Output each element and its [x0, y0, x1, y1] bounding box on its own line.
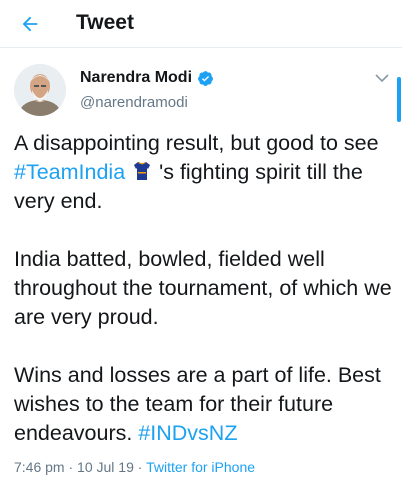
- tweet-paragraph-3: Wins and losses are a part of life. Best…: [14, 361, 394, 448]
- tweet-time: 7:46 pm: [14, 459, 65, 475]
- author-handle[interactable]: @narendramodi: [80, 94, 188, 111]
- scrollbar[interactable]: [397, 77, 401, 122]
- jersey-emoji-icon: [134, 162, 151, 180]
- hashtag-teamindia-link[interactable]: #TeamIndia: [14, 160, 125, 184]
- author-name-row[interactable]: Narendra Modi: [80, 69, 214, 87]
- back-arrow-icon: [22, 16, 38, 32]
- tweet-date: 10 Jul 19: [77, 459, 134, 475]
- separator-dot: ·: [64, 459, 78, 475]
- tweet-text: A disappointing result, but good to see …: [14, 129, 394, 448]
- top-bar: Tweet: [0, 0, 402, 48]
- tweet-paragraph-1: A disappointing result, but good to see …: [14, 129, 394, 216]
- chevron-down-icon: [375, 73, 389, 82]
- hashtag-indvsnz-link[interactable]: #INDvsNZ: [138, 421, 237, 445]
- tweet-source-link[interactable]: Twitter for iPhone: [146, 459, 255, 475]
- tweet-paragraph-2: India batted, bowled, fielded well throu…: [14, 247, 392, 329]
- more-options-button[interactable]: [372, 70, 392, 86]
- profile-photo: [14, 64, 66, 116]
- tweet-metadata: 7:46 pm · 10 Jul 19 · Twitter for iPhone: [14, 459, 255, 475]
- author-name: Narendra Modi: [80, 69, 193, 86]
- separator-dot: ·: [133, 459, 147, 475]
- tweet-text-segment: A disappointing result, but good to see: [14, 131, 379, 155]
- verified-badge-icon: [198, 70, 213, 86]
- back-button[interactable]: [16, 10, 44, 38]
- avatar[interactable]: [14, 64, 66, 116]
- page-title: Tweet: [76, 11, 134, 34]
